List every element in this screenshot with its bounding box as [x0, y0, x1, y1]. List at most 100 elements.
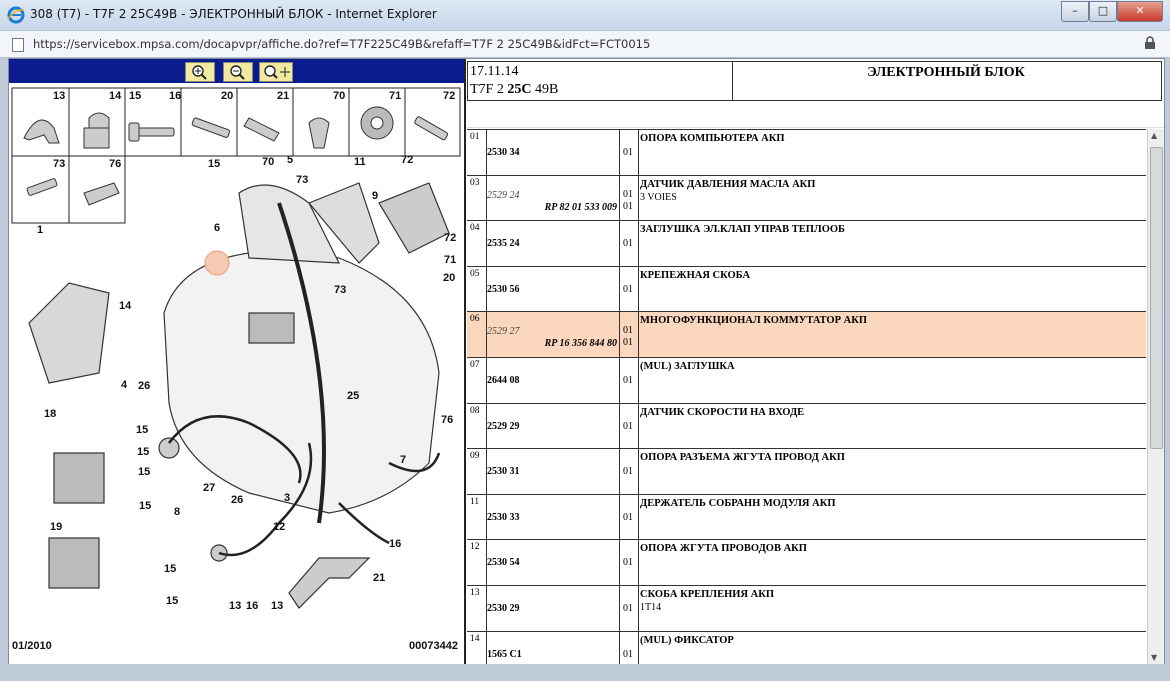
callout-label[interactable]: 72 [401, 154, 413, 166]
parts-row[interactable]: 01 2530 34 01 ОПОРА КОМПЬЮТЕРА АКП [467, 129, 1146, 177]
parts-row[interactable]: 13 2530 29 01 СКОБА КРЕПЛЕНИЯ АКП 1T14 [467, 585, 1146, 633]
parts-row[interactable]: 04 2535 24 01 ЗАГЛУШКА ЭЛ.КЛАП УПРАВ ТЕПЛОО… [467, 220, 1146, 269]
address-bar[interactable]: https://servicebox.mpsa.com/docapvpr/aff… [0, 30, 1170, 58]
callout-label[interactable]: 73 [334, 284, 346, 296]
callout-label[interactable]: 13 [271, 600, 283, 612]
replacement-part-number[interactable]: RP 82 01 533 009 [545, 202, 617, 213]
part-code[interactable]: 2530 54 [487, 557, 520, 568]
callout-label[interactable]: 9 [372, 190, 378, 202]
callout-label[interactable]: 73 [296, 174, 308, 186]
minimize-button[interactable]: – [1061, 1, 1089, 22]
callout-label[interactable]: 15 [138, 466, 150, 478]
callout-label[interactable]: 26 [231, 494, 243, 506]
small-part-label[interactable]: 76 [109, 158, 121, 170]
callout-label[interactable]: 76 [441, 414, 453, 426]
zoom-fit-button[interactable] [259, 62, 293, 82]
parts-row[interactable]: 11 2530 33 01 ДЕРЖАТЕЛЬ СОБРАНН МОДУЛЯ АКП [467, 493, 1146, 542]
parts-row[interactable]: 12 2530 54 01 ОПОРА ЖГУТА ПРОВОДОВ АКП [467, 539, 1146, 588]
scroll-down-icon[interactable]: ▼ [1151, 653, 1157, 662]
part-code[interactable]: 2529 24 [487, 190, 520, 201]
callout-label[interactable]: 70 [262, 156, 274, 168]
callout-label[interactable]: 7 [400, 454, 406, 466]
callout-label[interactable]: 25 [347, 390, 359, 402]
callout-label[interactable]: 13 [229, 600, 241, 612]
callout-label[interactable]: 15 [164, 563, 176, 575]
callout-label[interactable]: 8 [174, 506, 180, 518]
part-reference-cell[interactable]: 2530 33 [484, 494, 620, 540]
part-code[interactable]: 2644 08 [487, 375, 520, 386]
replacement-part-number[interactable]: RP 16 356 844 80 [545, 338, 617, 349]
part-code[interactable]: 2535 24 [487, 238, 520, 249]
callout-label[interactable]: 4 [121, 379, 128, 391]
small-part-label[interactable]: 13 [53, 90, 65, 102]
parts-row[interactable]: 14 1565 C1 01 (MUL) ФИКСАТОР [467, 630, 1146, 664]
small-part-label[interactable]: 14 [109, 90, 122, 102]
parts-row[interactable]: 05 2530 56 01 КРЕПЕЖНАЯ СКОБА [467, 265, 1146, 314]
url-text[interactable]: https://servicebox.mpsa.com/docapvpr/aff… [33, 37, 650, 51]
part-reference-cell[interactable]: 2529 24 RP 82 01 533 009 [484, 175, 620, 221]
close-button[interactable]: ✕ [1117, 1, 1163, 22]
part-reference-cell[interactable]: 1565 C1 [484, 631, 620, 664]
callout-label[interactable]: 15 [139, 500, 151, 512]
part-reference-cell[interactable]: 2530 56 [484, 266, 620, 312]
callout-label[interactable]: 26 [138, 380, 150, 392]
callout-label[interactable]: 72 [444, 232, 456, 244]
zoom-out-button[interactable] [223, 62, 253, 82]
callout-label[interactable]: 16 [389, 538, 401, 550]
scroll-up-icon[interactable]: ▲ [1151, 131, 1157, 140]
callout-label[interactable]: 1 [37, 224, 43, 236]
part-reference-cell[interactable]: 2530 34 [484, 130, 620, 175]
part-code[interactable]: 2530 29 [487, 603, 520, 614]
callout-label[interactable]: 15 [208, 158, 220, 170]
callout-label[interactable]: 5 [287, 154, 293, 166]
small-part-label[interactable]: 70 [333, 90, 345, 102]
callout-label[interactable]: 21 [373, 572, 385, 584]
small-part-label[interactable]: 71 [389, 90, 401, 102]
part-code[interactable]: 2530 56 [487, 284, 520, 295]
parts-row[interactable]: 08 2529 29 01 ДАТЧИК СКОРОСТИ НА ВХОДЕ [467, 402, 1146, 451]
callout-label[interactable]: 6 [214, 222, 220, 234]
scroll-thumb[interactable] [1150, 147, 1163, 449]
callout-label[interactable]: 16 [246, 600, 258, 612]
part-reference-cell[interactable]: 2530 54 [484, 540, 620, 586]
part-reference-cell[interactable]: 2644 08 [484, 358, 620, 403]
zoom-in-button[interactable] [185, 62, 215, 82]
callout-label[interactable]: 3 [284, 492, 290, 504]
lock-icon[interactable] [1144, 36, 1156, 50]
small-part-label[interactable]: 16 [169, 90, 181, 102]
callout-label[interactable]: 19 [50, 521, 62, 533]
callout-label[interactable]: 11 [354, 156, 366, 168]
part-code[interactable]: 2529 27 [487, 326, 520, 337]
maximize-button[interactable]: □ [1089, 1, 1117, 22]
callout-label[interactable]: 20 [443, 272, 455, 284]
callout-label[interactable]: 15 [166, 595, 178, 607]
callout-label[interactable]: 71 [444, 254, 456, 266]
callout-label[interactable]: 27 [203, 482, 215, 494]
part-code[interactable]: 2530 31 [487, 466, 520, 477]
parts-row[interactable]: 09 2530 31 01 ОПОРА РАЗЪЕМА ЖГУТА ПРОВОД АК… [467, 448, 1146, 497]
small-part-label[interactable]: 20 [221, 90, 233, 102]
parts-row[interactable]: 06 2529 27 RP 16 356 844 80 01 01 МНОГОФУНКЦИ… [467, 311, 1146, 360]
part-code[interactable]: 2530 33 [487, 512, 520, 523]
part-code[interactable]: 2529 29 [487, 421, 520, 432]
doc-date: 17.11.14 [470, 64, 519, 79]
callout-label[interactable]: 15 [137, 446, 149, 458]
small-part-label[interactable]: 15 [129, 90, 141, 102]
parts-row[interactable]: 03 2529 24 RP 82 01 533 009 01 01 ДАТЧИК ДАВЛ… [467, 174, 1146, 223]
part-reference-cell[interactable]: 2529 27 RP 16 356 844 80 [484, 312, 620, 358]
part-code[interactable]: 1565 C1 [487, 649, 522, 660]
part-reference-cell[interactable]: 2535 24 [484, 221, 620, 267]
small-part-label[interactable]: 21 [277, 90, 289, 102]
parts-scrollbar[interactable]: ▲ ▼ [1147, 129, 1164, 664]
callout-label[interactable]: 15 [136, 424, 148, 436]
small-part-label[interactable]: 73 [53, 158, 65, 170]
part-reference-cell[interactable]: 2530 29 [484, 586, 620, 631]
small-part-label[interactable]: 72 [443, 90, 455, 102]
part-reference-cell[interactable]: 2530 31 [484, 449, 620, 495]
callout-label[interactable]: 18 [44, 408, 56, 420]
callout-label[interactable]: 12 [273, 521, 285, 533]
part-reference-cell[interactable]: 2529 29 [484, 403, 620, 449]
callout-label[interactable]: 14 [119, 300, 132, 312]
parts-row[interactable]: 07 2644 08 01 (MUL) ЗАГЛУШКА [467, 357, 1146, 405]
part-code[interactable]: 2530 34 [487, 147, 520, 158]
